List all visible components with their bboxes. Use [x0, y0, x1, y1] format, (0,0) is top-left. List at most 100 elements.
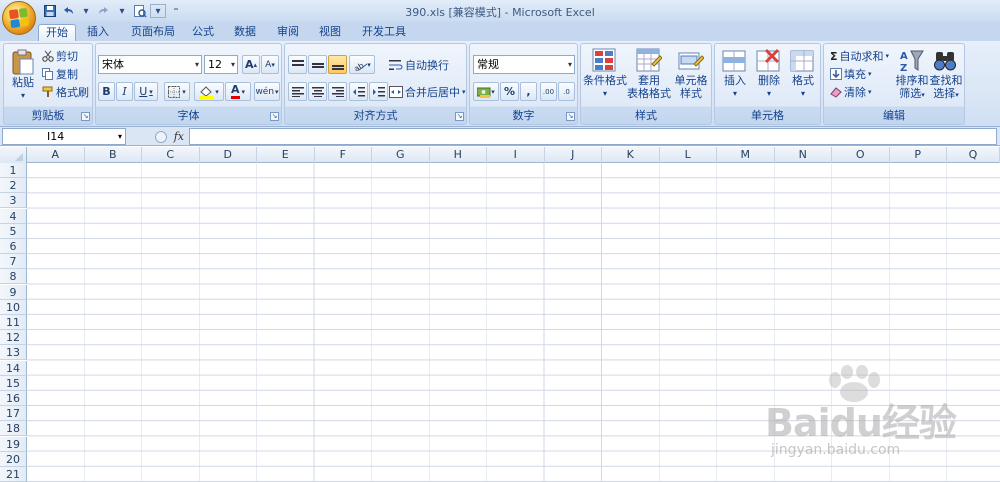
- comma-button[interactable]: ,: [520, 82, 537, 101]
- fill-button[interactable]: 填充 ▾: [830, 66, 872, 82]
- column-header[interactable]: G: [372, 147, 430, 163]
- row-header[interactable]: 7: [0, 254, 27, 270]
- row-header[interactable]: 11: [0, 315, 27, 330]
- align-center-button[interactable]: [308, 82, 327, 101]
- clipboard-launcher-icon[interactable]: ↘: [81, 112, 90, 121]
- row-header[interactable]: 12: [0, 330, 27, 346]
- tab-page-layout[interactable]: 页面布局: [124, 24, 182, 41]
- tab-data[interactable]: 数据: [228, 24, 262, 41]
- font-name-combo[interactable]: 宋体 ▾: [98, 55, 202, 74]
- percent-button[interactable]: %: [500, 82, 519, 101]
- font-color-button[interactable]: A ▾: [225, 82, 251, 101]
- column-header[interactable]: P: [890, 147, 947, 163]
- row-header[interactable]: 14: [0, 360, 27, 376]
- insert-cells-button[interactable]: 插入 ▾: [718, 48, 752, 100]
- decrease-decimal-button[interactable]: .0: [558, 82, 575, 101]
- italic-button[interactable]: I: [116, 82, 133, 101]
- row-header[interactable]: 19: [0, 436, 27, 452]
- row-header[interactable]: 6: [0, 239, 27, 254]
- fill-color-button[interactable]: ▾: [194, 82, 224, 101]
- office-button[interactable]: [2, 1, 36, 35]
- insert-function-button[interactable]: fx: [174, 130, 184, 143]
- number-format-combo[interactable]: 常规 ▾: [473, 55, 575, 74]
- row-header[interactable]: 17: [0, 406, 27, 422]
- column-header[interactable]: O: [832, 147, 890, 163]
- column-header[interactable]: I: [487, 147, 545, 163]
- column-header[interactable]: N: [775, 147, 832, 163]
- format-cells-button[interactable]: 格式 ▾: [786, 48, 820, 100]
- sort-filter-button[interactable]: AZ 排序和 筛选▾: [894, 48, 930, 102]
- cut-button[interactable]: 剪切: [42, 48, 78, 64]
- column-header[interactable]: A: [27, 147, 85, 163]
- copy-button[interactable]: 复制: [42, 66, 78, 82]
- align-right-button[interactable]: [328, 82, 347, 101]
- row-header[interactable]: 5: [0, 223, 27, 239]
- font-size-combo[interactable]: 12 ▾: [204, 55, 238, 74]
- format-painter-button[interactable]: 格式刷: [42, 84, 89, 100]
- tab-formulas[interactable]: 公式: [186, 24, 220, 41]
- tab-view[interactable]: 视图: [312, 24, 348, 41]
- formula-input[interactable]: [189, 128, 997, 145]
- grow-font-button[interactable]: A ▴: [242, 55, 260, 74]
- column-header[interactable]: D: [200, 147, 257, 163]
- column-header[interactable]: H: [430, 147, 487, 163]
- borders-button[interactable]: ▾: [164, 82, 190, 101]
- conditional-formatting-button[interactable]: 条件格式 ▾: [583, 48, 627, 100]
- accounting-format-button[interactable]: ▾: [473, 82, 499, 101]
- tab-developer[interactable]: 开发工具: [356, 24, 412, 41]
- clear-button[interactable]: 清除 ▾: [830, 84, 872, 100]
- decrease-indent-button[interactable]: [349, 82, 368, 101]
- paste-button[interactable]: 粘贴 ▾: [8, 48, 38, 102]
- tab-review[interactable]: 审阅: [270, 24, 306, 41]
- align-left-button[interactable]: [288, 82, 307, 101]
- row-header[interactable]: 2: [0, 178, 27, 194]
- phonetic-button[interactable]: wén ▾: [254, 82, 280, 101]
- autosum-button[interactable]: Σ 自动求和 ▾: [830, 48, 889, 64]
- align-middle-button[interactable]: [308, 55, 327, 74]
- alignment-launcher-icon[interactable]: ↘: [455, 112, 464, 121]
- column-header[interactable]: J: [545, 147, 602, 163]
- align-bottom-button[interactable]: [328, 55, 347, 74]
- font-launcher-icon[interactable]: ↘: [270, 112, 279, 121]
- row-header[interactable]: 4: [0, 208, 27, 224]
- increase-decimal-button[interactable]: .00: [540, 82, 557, 101]
- row-header[interactable]: 21: [0, 467, 27, 482]
- column-header[interactable]: L: [660, 147, 717, 163]
- shrink-font-button[interactable]: A ▾: [261, 55, 279, 74]
- row-header[interactable]: 10: [0, 299, 27, 315]
- orientation-button[interactable]: ab ▾: [349, 55, 375, 74]
- delete-cells-button[interactable]: 删除 ▾: [752, 48, 786, 100]
- wrap-text-button[interactable]: 自动换行: [389, 57, 449, 73]
- find-select-button[interactable]: 查找和 选择▾: [928, 48, 964, 102]
- column-header[interactable]: Q: [947, 147, 1000, 163]
- bold-button[interactable]: B: [98, 82, 115, 101]
- name-box[interactable]: I14 ▾: [2, 128, 126, 145]
- cell-area[interactable]: [27, 163, 1000, 482]
- merge-center-button[interactable]: 合并后居中 ▾: [389, 84, 466, 100]
- underline-button[interactable]: U ▾: [134, 82, 158, 101]
- cell-styles-button[interactable]: 单元格 样式: [671, 48, 711, 100]
- row-header[interactable]: 13: [0, 345, 27, 361]
- column-header[interactable]: K: [602, 147, 660, 163]
- row-header[interactable]: 9: [0, 284, 27, 300]
- align-top-button[interactable]: [288, 55, 307, 74]
- row-header[interactable]: 20: [0, 451, 27, 467]
- row-header[interactable]: 1: [0, 163, 27, 178]
- column-header[interactable]: M: [717, 147, 775, 163]
- column-header[interactable]: C: [142, 147, 200, 163]
- increase-indent-button[interactable]: [369, 82, 388, 101]
- row-header[interactable]: 16: [0, 391, 27, 406]
- column-header[interactable]: B: [85, 147, 142, 163]
- select-all-button[interactable]: [0, 147, 27, 163]
- format-as-table-button[interactable]: 套用 表格格式: [627, 48, 671, 100]
- decrease-indent-icon: [352, 86, 365, 96]
- tab-home[interactable]: 开始: [38, 24, 76, 41]
- column-header[interactable]: E: [257, 147, 315, 163]
- tab-insert[interactable]: 插入: [80, 24, 116, 41]
- row-header[interactable]: 15: [0, 375, 27, 391]
- row-header[interactable]: 8: [0, 269, 27, 285]
- column-header[interactable]: F: [315, 147, 372, 163]
- number-launcher-icon[interactable]: ↘: [566, 112, 575, 121]
- row-header[interactable]: 18: [0, 421, 27, 437]
- row-header[interactable]: 3: [0, 193, 27, 209]
